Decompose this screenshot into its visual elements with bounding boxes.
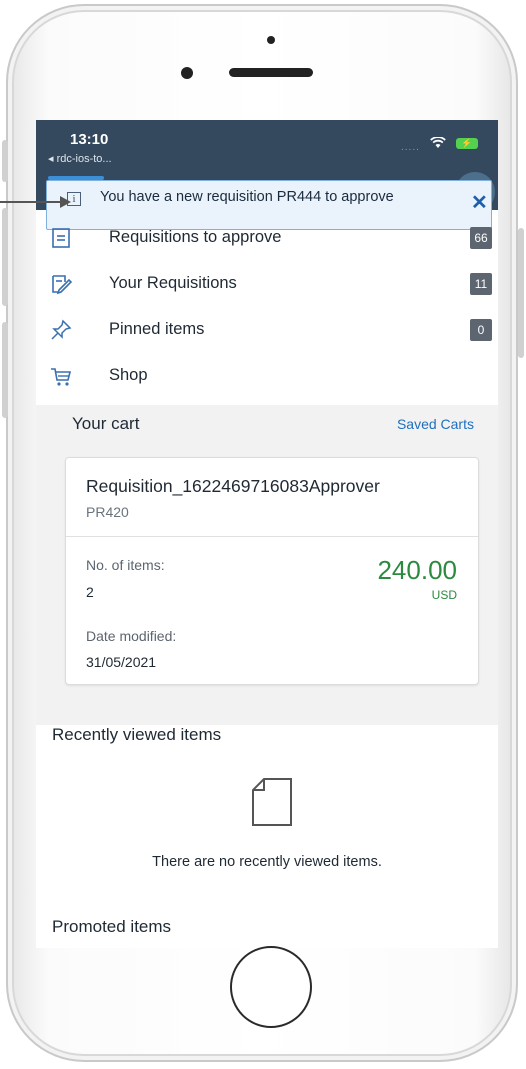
volume-down-button	[2, 322, 8, 418]
menu-item-label: Pinned items	[109, 320, 205, 338]
menu-item-pinned-items[interactable]: Pinned items 0	[36, 309, 498, 355]
pointer-arrow	[0, 201, 66, 203]
count-badge: 11	[470, 273, 492, 295]
document-list-icon	[50, 227, 72, 249]
requisition-name: Requisition_1622469716083Approver	[86, 476, 380, 496]
menu-item-label: Shop	[109, 366, 148, 384]
document-icon	[250, 776, 294, 833]
arrow-head-icon	[60, 196, 71, 208]
section-title: Recently viewed items	[52, 725, 222, 744]
empty-message: There are no recently viewed items.	[152, 854, 382, 870]
signal-icon: .....	[401, 142, 420, 153]
proximity-sensor	[267, 36, 275, 44]
wifi-icon	[430, 136, 446, 152]
menu-item-requisitions-to-approve[interactable]: Requisitions to approve 66	[36, 217, 498, 263]
home-button[interactable]	[230, 946, 312, 1028]
front-camera	[181, 67, 193, 79]
items-label: No. of items:	[86, 557, 165, 573]
menu-item-your-requisitions[interactable]: Your Requisitions 11	[36, 263, 498, 309]
count-badge: 66	[470, 227, 492, 249]
mute-switch	[2, 140, 8, 182]
saved-carts-link[interactable]: Saved Carts	[397, 416, 474, 432]
section-title: Your cart	[72, 414, 140, 433]
notification-message: You have a new requisition PR444 to appr…	[100, 189, 394, 205]
menu-item-label: Your Requisitions	[109, 274, 237, 292]
date-modified-value: 31/05/2021	[86, 654, 157, 670]
menu-item-shop[interactable]: Shop	[36, 355, 498, 401]
back-to-app-link[interactable]: ◂ rdc-ios-to...	[48, 152, 112, 165]
earpiece-speaker	[229, 68, 313, 77]
currency-label: USD	[431, 588, 457, 602]
edit-document-icon	[50, 273, 73, 295]
cart-icon	[50, 365, 72, 387]
power-button	[518, 228, 524, 358]
volume-up-button	[2, 208, 8, 306]
amount-value: 240.00	[377, 555, 457, 585]
cart-section: Your cart Saved Carts Requisition_162246…	[36, 405, 498, 725]
count-badge: 0	[470, 319, 492, 341]
status-time: 13:10	[70, 131, 109, 148]
battery-charging-icon: ⚡	[456, 138, 478, 149]
section-title: Promoted items	[52, 917, 172, 936]
app-screen: 13:10 ◂ rdc-ios-to... ..... ⚡ i You have…	[36, 120, 498, 948]
menu-item-label: Requisitions to approve	[109, 228, 282, 246]
cart-card[interactable]: Requisition_1622469716083Approver PR420 …	[65, 457, 479, 685]
pin-icon	[50, 319, 72, 341]
close-icon[interactable]: ✕	[471, 193, 488, 213]
requisition-id: PR420	[86, 504, 129, 520]
divider	[66, 536, 478, 537]
date-modified-label: Date modified:	[86, 628, 177, 644]
items-value: 2	[86, 584, 94, 600]
